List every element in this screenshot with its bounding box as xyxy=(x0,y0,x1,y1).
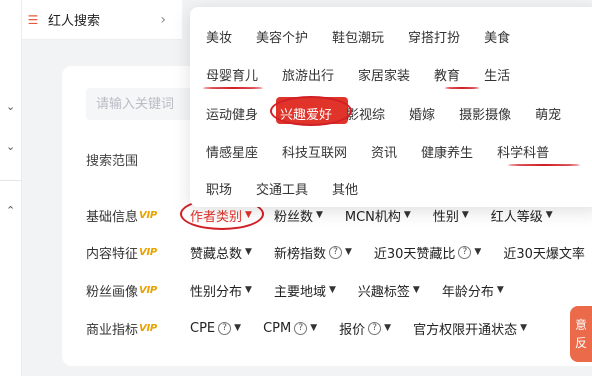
filter-cpm[interactable]: CPM? ▼ xyxy=(263,321,317,336)
filter-gender-dist[interactable]: 性别分布 ▼ xyxy=(190,281,252,300)
row-label: 基础信息 VIP xyxy=(86,209,157,225)
filter-gender[interactable]: 性别 ▼ xyxy=(433,206,469,225)
filter-price[interactable]: 报价? ▼ xyxy=(339,319,391,338)
search-range-label: 搜索范围 xyxy=(86,154,139,169)
category-option[interactable]: 家居家装 xyxy=(358,65,410,84)
dropdown-row: 情感星座 科技互联网 资讯 健康养生 科学科普 xyxy=(206,142,573,161)
filter-row-business: 商业指标 VIP CPE? ▼ CPM? ▼ 报价? ▼ 官方权限开通状态 ▼ xyxy=(86,317,549,339)
filter-mcn[interactable]: MCN机构 ▼ xyxy=(345,206,411,225)
help-icon[interactable]: ? xyxy=(328,245,342,259)
dropdown-row: 职场 交通工具 其他 xyxy=(206,179,382,198)
category-option[interactable]: 影视综 xyxy=(346,104,385,123)
caret-down-icon: ▼ xyxy=(245,210,252,220)
divider xyxy=(0,180,22,181)
vip-badge: VIP xyxy=(139,246,157,258)
row-label: 粉丝画像 VIP xyxy=(86,284,157,300)
category-option[interactable]: 教育 xyxy=(434,65,460,84)
category-option[interactable]: 旅游出行 xyxy=(282,65,334,84)
category-option[interactable]: 健康养生 xyxy=(421,142,473,161)
caret-down-icon: ▼ xyxy=(461,210,469,220)
category-option[interactable]: 职场 xyxy=(206,179,232,198)
chevron-up-icon[interactable]: ⌃ xyxy=(6,204,15,217)
chevron-down-icon[interactable]: ⌄ xyxy=(6,100,15,113)
filter-likes-total[interactable]: 赞藏总数 ▼ xyxy=(190,243,252,262)
category-option[interactable]: 婚嫁 xyxy=(409,104,435,123)
row-label: 商业指标 VIP xyxy=(86,322,157,338)
category-option[interactable]: 生活 xyxy=(484,65,510,84)
filter-30d-like-ratio[interactable]: 近30天赞藏比? ▼ xyxy=(374,243,481,262)
caret-down-icon: ▼ xyxy=(315,210,323,220)
dropdown-row: 母婴育儿 旅游出行 家居家装 教育 生活 xyxy=(206,65,534,84)
caret-down-icon: ▼ xyxy=(496,285,504,295)
category-option[interactable]: 美食 xyxy=(484,27,510,46)
category-option[interactable]: 母婴育儿 xyxy=(206,65,258,84)
caret-down-icon: ▼ xyxy=(328,285,336,295)
caret-down-icon: ▼ xyxy=(474,247,482,257)
vip-badge: VIP xyxy=(139,322,157,334)
category-option[interactable]: 美容个护 xyxy=(256,27,308,46)
filter-row-basic: 基础信息 VIP 作者类别 ▼ 粉丝数 ▼ MCN机构 ▼ 性别 ▼ 红人等级 ▼ xyxy=(86,204,575,226)
help-icon[interactable]: ? xyxy=(368,321,382,335)
feedback-label: 反 xyxy=(574,336,587,350)
filter-cpe[interactable]: CPE? ▼ xyxy=(190,321,241,336)
filter-row-content: 内容特征 VIP 赞藏总数 ▼ 新榜指数? ▼ 近30天赞藏比? ▼ 近30天爆文率 xyxy=(86,241,592,263)
caret-down-icon: ▼ xyxy=(234,323,242,333)
vip-badge: VIP xyxy=(139,284,157,296)
filter-row-fans: 粉丝画像 VIP 性别分布 ▼ 主要地域 ▼ 兴趣标签 ▼ 年龄分布 ▼ xyxy=(86,279,526,301)
menu-icon[interactable]: ☰ xyxy=(22,0,44,40)
feedback-label: 意 xyxy=(574,318,587,332)
category-option[interactable]: 摄影摄像 xyxy=(459,104,511,123)
help-icon[interactable]: ? xyxy=(458,245,472,259)
category-option[interactable]: 资讯 xyxy=(371,142,397,161)
filter-interest-tags[interactable]: 兴趣标签 ▼ xyxy=(358,281,420,300)
caret-down-icon: ▼ xyxy=(245,247,252,257)
page-title: 红人搜索 xyxy=(48,14,101,29)
filter-official-permission[interactable]: 官方权限开通状态 ▼ xyxy=(413,319,527,338)
caret-down-icon: ▼ xyxy=(245,285,252,295)
help-icon[interactable]: ? xyxy=(294,321,308,335)
category-option[interactable]: 运动健身 xyxy=(206,104,258,123)
filter-xinbang-index[interactable]: 新榜指数? ▼ xyxy=(274,243,352,262)
category-option[interactable]: 其他 xyxy=(332,179,358,198)
caret-down-icon: ▼ xyxy=(412,285,420,295)
category-dropdown: 美妆 美容个护 鞋包潮玩 穿搭打扮 美食 母婴育儿 旅游出行 家居家装 教育 生… xyxy=(190,7,592,207)
category-option[interactable]: 穿搭打扮 xyxy=(408,27,460,46)
filter-author-category[interactable]: 作者类别 ▼ xyxy=(190,206,252,225)
feedback-button[interactable]: 意 反 xyxy=(570,306,592,362)
caret-down-icon: ▼ xyxy=(384,323,392,333)
chevron-right-icon[interactable]: › xyxy=(160,12,166,28)
filter-region[interactable]: 主要地域 ▼ xyxy=(274,281,336,300)
filter-30d-viral-rate[interactable]: 近30天爆文率 xyxy=(503,243,585,262)
filter-age-dist[interactable]: 年龄分布 ▼ xyxy=(442,281,504,300)
caret-down-icon: ▼ xyxy=(403,210,411,220)
help-icon[interactable]: ? xyxy=(218,321,232,335)
chevron-down-icon[interactable]: ⌄ xyxy=(6,140,15,153)
category-option-selected[interactable]: 兴趣爱好 xyxy=(280,104,332,123)
category-option[interactable]: 科学科普 xyxy=(497,142,549,161)
dropdown-row: 运动健身 兴趣爱好 影视综 婚嫁 摄影摄像 萌宠 xyxy=(206,104,585,123)
row-label: 内容特征 VIP xyxy=(86,246,157,262)
top-nav: ☰ 红人搜索 › xyxy=(22,0,182,40)
category-option[interactable]: 美妆 xyxy=(206,27,232,46)
dropdown-row: 美妆 美容个护 鞋包潮玩 穿搭打扮 美食 xyxy=(206,27,534,46)
category-option[interactable]: 科技互联网 xyxy=(282,142,347,161)
category-option[interactable]: 情感星座 xyxy=(206,142,258,161)
caret-down-icon: ▼ xyxy=(545,210,553,220)
filter-fans-count[interactable]: 粉丝数 ▼ xyxy=(274,206,323,225)
filter-level[interactable]: 红人等级 ▼ xyxy=(491,206,553,225)
caret-down-icon: ▼ xyxy=(310,323,318,333)
caret-down-icon: ▼ xyxy=(344,247,352,257)
category-option[interactable]: 交通工具 xyxy=(256,179,308,198)
caret-down-icon: ▼ xyxy=(520,323,527,333)
vip-badge: VIP xyxy=(139,209,157,221)
left-nav-strip: ⌄ ⌄ ⌃ xyxy=(0,0,22,376)
category-option[interactable]: 鞋包潮玩 xyxy=(332,27,384,46)
category-option[interactable]: 萌宠 xyxy=(535,104,561,123)
